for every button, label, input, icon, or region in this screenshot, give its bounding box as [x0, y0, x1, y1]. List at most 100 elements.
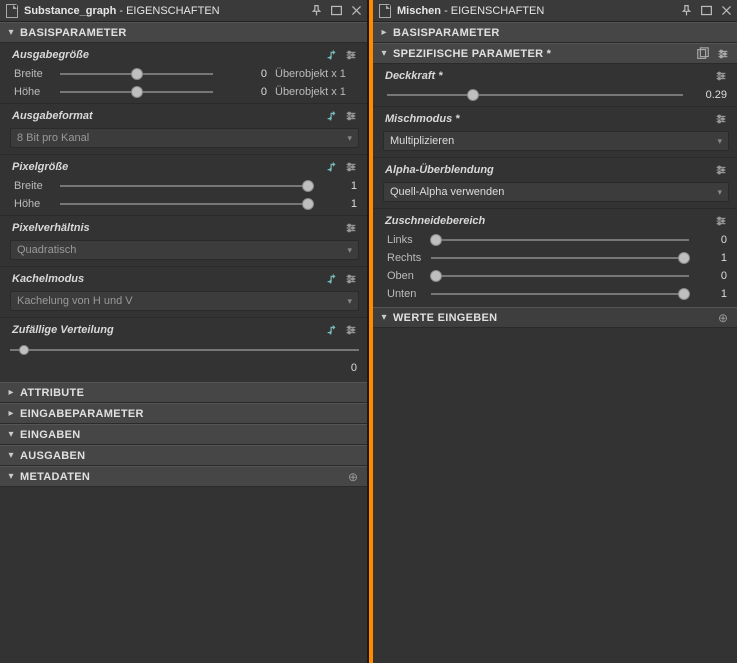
- title-right: Mischen - EIGENSCHAFTEN: [397, 5, 675, 17]
- close-button[interactable]: [717, 2, 735, 20]
- chevron-down-icon: ▾: [379, 312, 389, 323]
- inherit-icon[interactable]: [324, 47, 340, 63]
- blendmode-select[interactable]: Multiplizieren ▾: [383, 131, 729, 151]
- section-label: EINGABEN: [20, 429, 361, 441]
- width-suffix: Überobjekt x 1: [275, 68, 359, 80]
- options-icon[interactable]: [713, 68, 729, 84]
- section-basisparameter[interactable]: ▾ BASISPARAMETER: [0, 22, 367, 43]
- spezifische-body: Deckkraft * 0.29 Mischmodus * Multiplizi…: [373, 64, 737, 307]
- inherit-icon[interactable]: [324, 322, 340, 338]
- crop-left-row: Links 0: [373, 231, 737, 249]
- chevron-down-icon: ▾: [717, 136, 722, 147]
- options-icon[interactable]: [713, 162, 729, 178]
- param-output-size-header: Ausgabegröße: [0, 43, 367, 65]
- section-label: EINGABEPARAMETER: [20, 408, 361, 420]
- crop-top-slider[interactable]: [431, 269, 689, 283]
- maximize-button[interactable]: [697, 2, 715, 20]
- alphablend-select[interactable]: Quell-Alpha verwenden ▾: [383, 182, 729, 202]
- titlebar-right: Mischen - EIGENSCHAFTEN: [373, 0, 737, 22]
- crop-left-value: 0: [695, 234, 729, 246]
- chevron-right-icon: ▸: [379, 27, 389, 38]
- options-icon[interactable]: [713, 111, 729, 127]
- crop-right-slider[interactable]: [431, 251, 689, 265]
- width-label: Breite: [14, 180, 54, 192]
- crop-top-row: Oben 0: [373, 267, 737, 285]
- crop-top-value: 0: [695, 270, 729, 282]
- add-icon[interactable]: ⊕: [715, 310, 731, 326]
- opacity-slider[interactable]: [387, 88, 683, 102]
- title-name: Substance_graph: [24, 5, 116, 17]
- output-size-width-row: Breite 0 Überobjekt x 1: [0, 65, 367, 83]
- height-slider[interactable]: [60, 85, 213, 99]
- crop-top-label: Oben: [387, 270, 425, 282]
- pin-button[interactable]: [307, 2, 325, 20]
- options-icon[interactable]: [343, 159, 359, 175]
- basisparameter-body: Ausgabegröße Breite 0 Überobjekt x 1 Höh…: [0, 43, 367, 382]
- width-slider[interactable]: [60, 179, 313, 193]
- param-output-format-header: Ausgabeformat: [0, 104, 367, 126]
- chevron-down-icon: ▾: [6, 450, 16, 461]
- width-value: 0: [219, 68, 269, 80]
- options-icon[interactable]: [343, 108, 359, 124]
- height-suffix: Überobjekt x 1: [275, 86, 359, 98]
- random-value: 0: [0, 362, 367, 378]
- height-value: 1: [319, 198, 359, 210]
- param-label: Pixelverhältnis: [12, 222, 343, 234]
- section-metadaten[interactable]: ▾ METADATEN ⊕: [0, 466, 367, 487]
- options-icon[interactable]: [343, 322, 359, 338]
- tile-mode-select[interactable]: Kachelung von H und V ▾: [10, 291, 359, 311]
- options-icon[interactable]: [713, 213, 729, 229]
- section-label: WERTE EINGEBEN: [393, 312, 715, 324]
- height-slider[interactable]: [60, 197, 313, 211]
- param-label: Ausgabeformat: [12, 110, 324, 122]
- param-pixel-size-header: Pixelgröße: [0, 155, 367, 177]
- param-label: Ausgabegröße: [12, 49, 324, 61]
- param-label: Pixelgröße: [12, 161, 324, 173]
- section-werte-eingeben[interactable]: ▾ WERTE EINGEBEN ⊕: [373, 307, 737, 328]
- add-icon[interactable]: ⊕: [345, 469, 361, 485]
- maximize-button[interactable]: [327, 2, 345, 20]
- opacity-row: 0.29: [373, 86, 737, 104]
- inherit-icon[interactable]: [324, 159, 340, 175]
- section-label: BASISPARAMETER: [20, 27, 361, 39]
- param-label: Zuschneidebereich: [385, 215, 713, 227]
- options-icon[interactable]: [343, 271, 359, 287]
- options-icon[interactable]: [343, 220, 359, 236]
- section-spezifische-parameter[interactable]: ▾ SPEZIFISCHE PARAMETER *: [373, 43, 737, 64]
- width-slider[interactable]: [60, 67, 213, 81]
- select-value: Quell-Alpha verwenden: [390, 186, 717, 198]
- section-label: BASISPARAMETER: [393, 27, 731, 39]
- param-tile-mode-header: Kachelmodus: [0, 267, 367, 289]
- chevron-down-icon: ▾: [347, 296, 352, 307]
- inherit-icon[interactable]: [324, 108, 340, 124]
- height-value: 0: [219, 86, 269, 98]
- section-attribute[interactable]: ▸ ATTRIBUTE: [0, 382, 367, 403]
- close-button[interactable]: [347, 2, 365, 20]
- param-alphablend-header: Alpha-Überblendung: [373, 158, 737, 180]
- pin-button[interactable]: [677, 2, 695, 20]
- section-eingabeparameter[interactable]: ▸ EINGABEPARAMETER: [0, 403, 367, 424]
- options-icon[interactable]: [715, 46, 731, 62]
- section-basisparameter-right[interactable]: ▸ BASISPARAMETER: [373, 22, 737, 43]
- param-label: Mischmodus *: [385, 113, 713, 125]
- titlebar-left: Substance_graph - EIGENSCHAFTEN: [0, 0, 367, 22]
- section-ausgaben[interactable]: ▾ AUSGABEN: [0, 445, 367, 466]
- select-value: Multiplizieren: [390, 135, 717, 147]
- crop-bottom-row: Unten 1: [373, 285, 737, 303]
- crop-right-row: Rechts 1: [373, 249, 737, 267]
- panel-mischen-properties: Mischen - EIGENSCHAFTEN ▸ BASISPARAMETER…: [373, 0, 737, 663]
- crop-bottom-slider[interactable]: [431, 287, 689, 301]
- opacity-value: 0.29: [689, 89, 729, 101]
- preset-icon[interactable]: [695, 46, 711, 62]
- random-slider[interactable]: [10, 342, 359, 358]
- output-format-select[interactable]: 8 Bit pro Kanal ▾: [10, 128, 359, 148]
- title-suffix: - EIGENSCHAFTEN: [441, 5, 544, 17]
- document-icon: [379, 4, 391, 18]
- pixel-ratio-select[interactable]: Quadratisch ▾: [10, 240, 359, 260]
- options-icon[interactable]: [343, 47, 359, 63]
- inherit-icon[interactable]: [324, 271, 340, 287]
- width-label: Breite: [14, 68, 54, 80]
- section-eingaben[interactable]: ▾ EINGABEN: [0, 424, 367, 445]
- panel-substance-graph-properties: Substance_graph - EIGENSCHAFTEN ▾ BASISP…: [0, 0, 369, 663]
- crop-left-slider[interactable]: [431, 233, 689, 247]
